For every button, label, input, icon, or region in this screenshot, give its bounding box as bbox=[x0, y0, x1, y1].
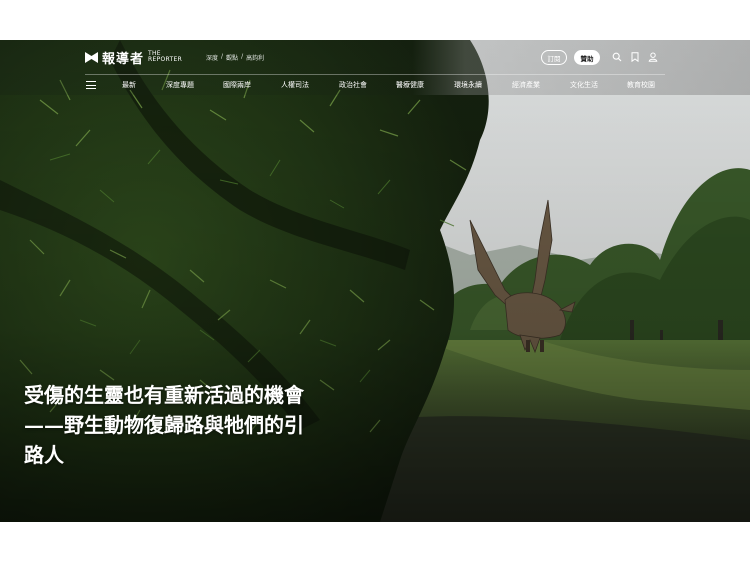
hamburger-menu-icon[interactable] bbox=[86, 81, 96, 89]
breadcrumb-item[interactable]: 高鈞利 bbox=[246, 53, 264, 62]
nav-item-economy[interactable]: 經濟產業 bbox=[512, 80, 540, 90]
logo-chinese-text: 報導者 bbox=[102, 51, 145, 67]
user-icon[interactable] bbox=[648, 52, 658, 62]
nav-item-health[interactable]: 醫療健康 bbox=[396, 80, 424, 90]
subscribe-button[interactable]: 訂閱 bbox=[541, 50, 567, 65]
site-logo[interactable]: 報導者 THE REPORTER bbox=[85, 49, 182, 67]
breadcrumb-separator: / bbox=[241, 53, 244, 60]
breadcrumb-item[interactable]: 深度 bbox=[206, 53, 218, 62]
nav-item-environment[interactable]: 環境永續 bbox=[454, 80, 482, 90]
logo-english-text: THE REPORTER bbox=[148, 51, 182, 63]
breadcrumb-item[interactable]: 觀點 bbox=[226, 53, 238, 62]
nav-divider bbox=[85, 74, 665, 75]
article-title-line: 路人 bbox=[24, 443, 64, 467]
nav-item-human-rights[interactable]: 人權司法 bbox=[281, 80, 309, 90]
breadcrumb-separator: / bbox=[221, 53, 224, 60]
hero-viewport: 報導者 THE REPORTER 深度 / 觀點 / 高鈞利 訂閱 贊助 最新 … bbox=[0, 40, 750, 522]
nav-item-culture[interactable]: 文化生活 bbox=[570, 80, 598, 90]
nav-item-international[interactable]: 國際兩岸 bbox=[223, 80, 251, 90]
search-icon[interactable] bbox=[612, 52, 622, 62]
site-header: 報導者 THE REPORTER 深度 / 觀點 / 高鈞利 訂閱 贊助 最新 … bbox=[0, 40, 750, 95]
bookmark-icon[interactable] bbox=[630, 52, 640, 62]
article-title-line: ——野生動物復歸路與牠們的引 bbox=[24, 413, 304, 437]
nav-item-politics[interactable]: 政治社會 bbox=[339, 80, 367, 90]
article-title-line: 受傷的生靈也有重新活過的機會 bbox=[24, 383, 304, 407]
article-title: 受傷的生靈也有重新活過的機會 ——野生動物復歸路與牠們的引 路人 bbox=[24, 380, 364, 470]
donate-button[interactable]: 贊助 bbox=[574, 50, 600, 65]
nav-item-latest[interactable]: 最新 bbox=[122, 80, 136, 90]
breadcrumb: 深度 / 觀點 / 高鈞利 bbox=[206, 53, 264, 62]
logo-mark-icon bbox=[85, 51, 98, 63]
logo-english-line2: REPORTER bbox=[148, 56, 183, 63]
nav-item-education[interactable]: 教育校園 bbox=[627, 80, 655, 90]
nav-item-features[interactable]: 深度專題 bbox=[166, 80, 194, 90]
